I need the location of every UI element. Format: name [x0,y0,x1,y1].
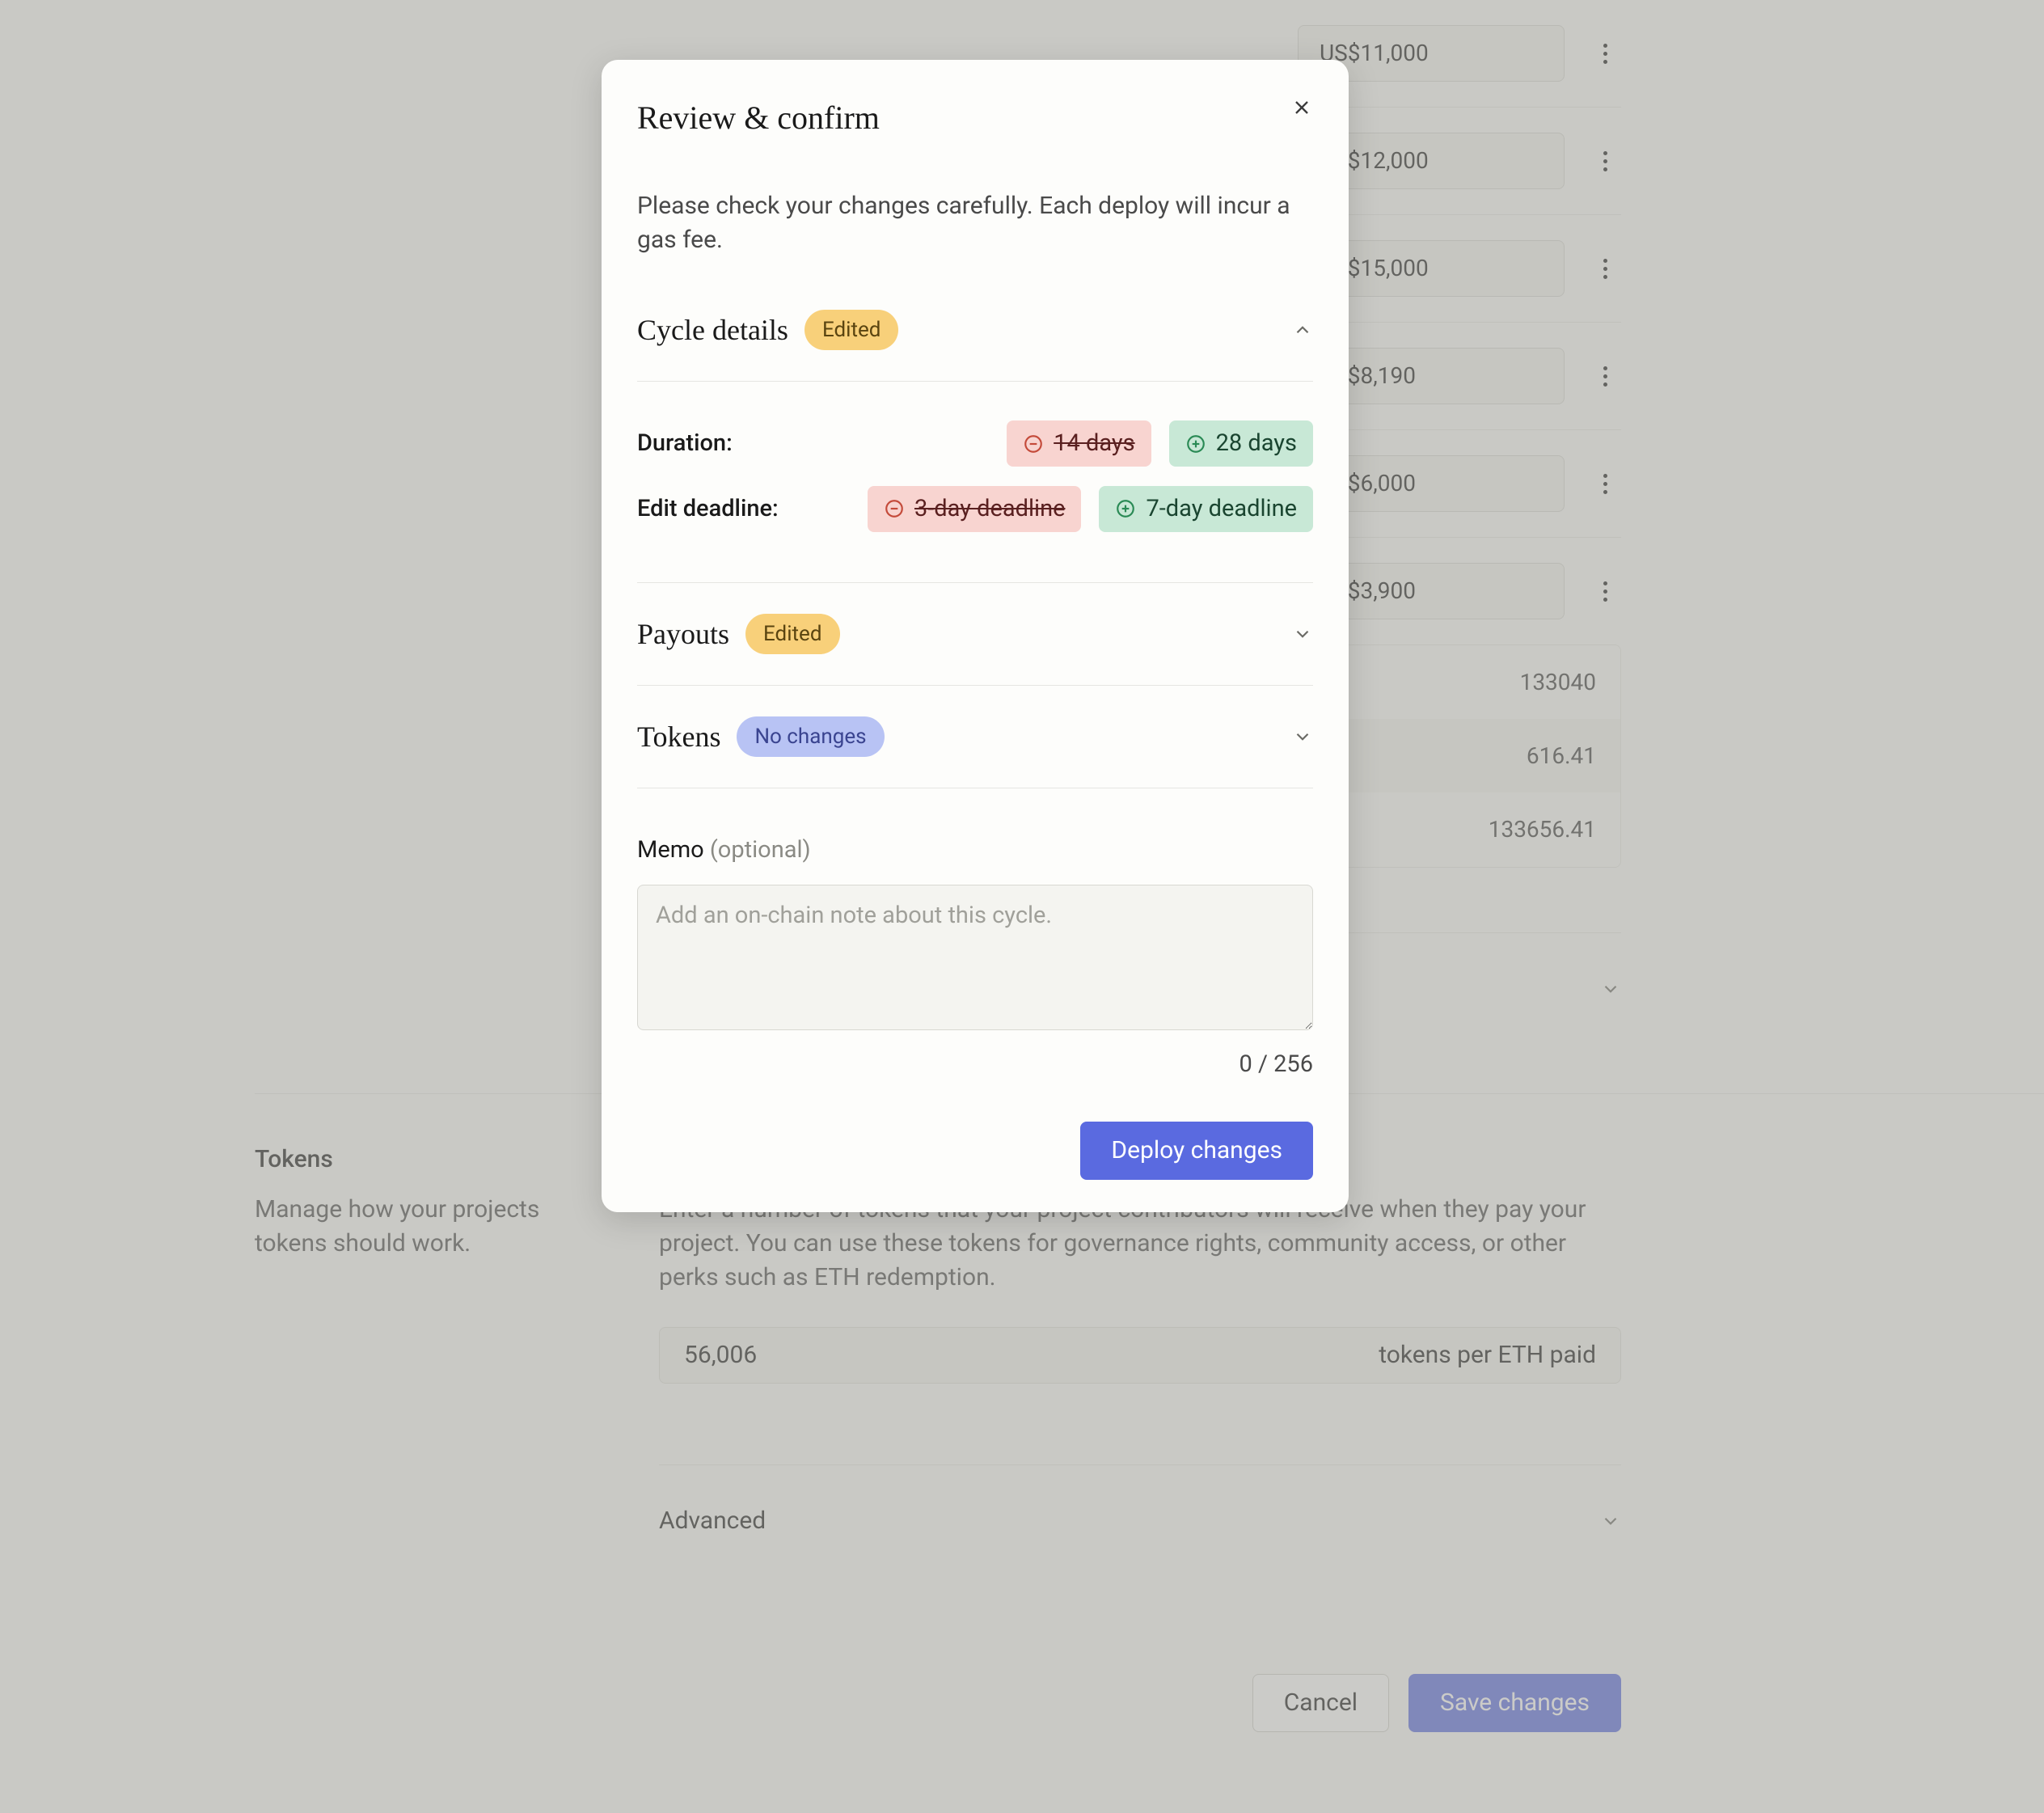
memo-char-count: 0 / 256 [637,1048,1313,1081]
chevron-down-icon [1292,726,1313,747]
minus-circle-icon [884,498,905,519]
modal-title: Review & confirm [637,95,880,141]
edited-badge: Edited [805,310,898,350]
review-confirm-modal: Review & confirm Please check your chang… [602,60,1349,1212]
chevron-up-icon [1292,319,1313,340]
diff-label: Duration: [637,427,733,460]
removed-value: 14 days [1007,420,1151,467]
payouts-header[interactable]: Payouts Edited [637,583,1313,685]
added-value: 28 days [1169,420,1313,467]
memo-label: Memo (optional) [637,836,811,864]
cycle-details-header[interactable]: Cycle details Edited [637,310,1313,381]
diff-row-edit-deadline: Edit deadline: 3-day deadline 7-day dead… [637,476,1313,542]
diff-label: Edit deadline: [637,492,779,526]
plus-circle-icon [1185,433,1206,454]
minus-circle-icon [1023,433,1044,454]
no-changes-badge: No changes [737,716,884,757]
chevron-down-icon [1292,623,1313,644]
removed-value: 3-day deadline [868,486,1082,532]
tokens-header[interactable]: Tokens No changes [637,686,1313,788]
memo-textarea[interactable] [637,885,1313,1030]
diff-row-duration: Duration: 14 days 28 days [637,411,1313,476]
close-icon [1290,96,1313,119]
payouts-title: Payouts [637,614,729,654]
close-button[interactable] [1290,95,1313,127]
deploy-changes-button[interactable]: Deploy changes [1080,1122,1313,1180]
added-value: 7-day deadline [1099,486,1313,532]
tokens-title: Tokens [637,716,720,757]
edited-badge: Edited [745,614,839,654]
modal-subtitle: Please check your changes carefully. Eac… [637,189,1313,257]
cycle-details-title: Cycle details [637,310,788,350]
plus-circle-icon [1115,498,1136,519]
